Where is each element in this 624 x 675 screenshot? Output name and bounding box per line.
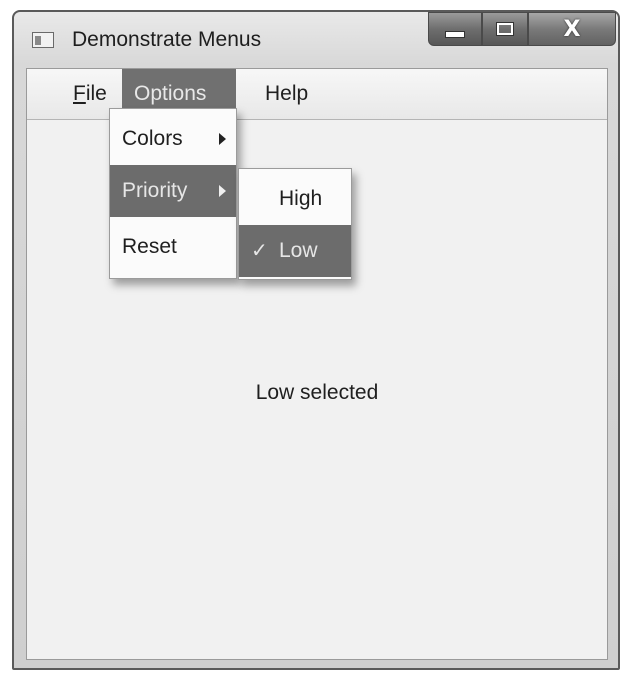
priority-submenu: High ✓ Low: [238, 168, 352, 280]
menu-item-high[interactable]: High: [239, 173, 351, 225]
close-icon: X: [563, 16, 581, 42]
title-bar[interactable]: Demonstrate Menus X: [14, 12, 618, 68]
app-window: Demonstrate Menus X File Options Help Lo…: [12, 10, 620, 670]
status-label: Low selected: [255, 381, 379, 404]
menu-item-low-label: Low: [279, 239, 318, 262]
menu-item-priority[interactable]: Priority: [110, 165, 236, 217]
menu-file-mnemonic: F: [73, 82, 86, 105]
submenu-arrow-icon: [219, 185, 226, 197]
maximize-icon: [497, 23, 513, 35]
menu-item-colors[interactable]: Colors: [110, 113, 236, 165]
options-dropdown: Colors Priority Reset: [109, 108, 237, 279]
maximize-button[interactable]: [482, 12, 528, 46]
minimize-button[interactable]: [428, 12, 482, 46]
app-icon[interactable]: [32, 32, 54, 48]
menu-help[interactable]: Help: [253, 69, 320, 119]
menu-item-priority-label: Priority: [122, 179, 188, 202]
check-icon: ✓: [251, 240, 268, 262]
menu-item-reset-label: Reset: [122, 235, 177, 258]
submenu-arrow-icon: [219, 133, 226, 145]
menu-file-label: ile: [85, 82, 107, 105]
menu-item-low[interactable]: ✓ Low: [239, 225, 351, 277]
menu-item-high-label: High: [279, 187, 323, 210]
close-button[interactable]: X: [528, 12, 616, 46]
menu-item-reset[interactable]: Reset: [110, 221, 236, 273]
window-title: Demonstrate Menus: [72, 28, 262, 51]
caption-buttons: X: [428, 12, 616, 48]
menu-item-colors-label: Colors: [122, 127, 183, 150]
minimize-icon: [445, 30, 465, 38]
